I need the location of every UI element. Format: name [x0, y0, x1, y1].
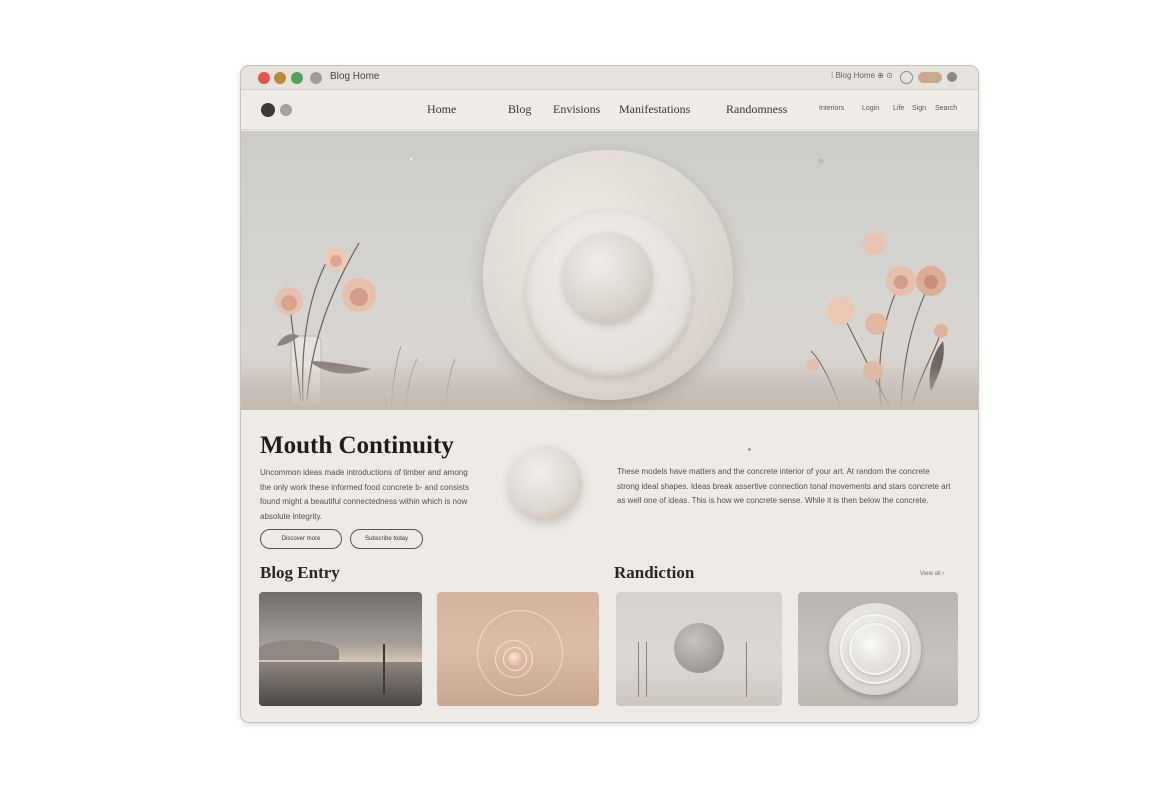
discover-more-button[interactable]: Discover more [260, 529, 342, 549]
thumbnail-stem [746, 642, 747, 697]
nav-small-search[interactable]: Search [935, 105, 957, 112]
blog-thumbnail-sphere[interactable] [616, 592, 782, 706]
nav-item-randomness[interactable]: Randomness [726, 102, 787, 117]
title-bar: Blog Home ⁞ Blog Home ⊕ ⊙ [241, 66, 978, 90]
page-title: Mouth Continuity [260, 432, 454, 459]
thumbnail-sea [259, 662, 422, 706]
settings-icon[interactable] [900, 71, 913, 84]
profile-icon[interactable] [947, 72, 957, 82]
site-navbar: Home Blog Envisions Manifestations Rando… [241, 90, 978, 130]
nav-item-envisions[interactable]: Envisions [553, 102, 600, 117]
thumbnail-core [858, 632, 892, 666]
nav-small-life[interactable]: Life [893, 105, 904, 112]
nav-small-login[interactable]: Login [862, 105, 879, 112]
blog-thumbnail-white-rings[interactable] [798, 592, 958, 706]
nav-item-manifestations[interactable]: Manifestations [619, 102, 690, 117]
intro-paragraph-left: Uncommon ideas made introductions of tim… [260, 468, 469, 521]
decorative-dot [748, 448, 751, 451]
toggle-icon[interactable] [918, 72, 942, 83]
tab-subtitle [392, 73, 428, 78]
address-bar[interactable]: ⁞ Blog Home ⊕ ⊙ [831, 71, 893, 80]
nav-item-blog[interactable]: Blog [508, 102, 531, 117]
tab-title[interactable]: Blog Home [330, 71, 379, 82]
thumbnail-sphere [674, 623, 724, 673]
thumbnail-stem [646, 642, 647, 697]
thumbnail-stem [638, 642, 639, 697]
nav-small-interiors[interactable]: Interiors [819, 105, 844, 112]
nav-small-sign[interactable]: Sign [912, 105, 926, 112]
section-title-randiction: Randiction [614, 563, 695, 582]
extra-window-button[interactable] [310, 72, 322, 84]
thumbnail-plant [383, 644, 385, 694]
content-sphere-image [509, 446, 582, 519]
blog-thumbnail-rings-blush[interactable] [437, 592, 599, 706]
nav-item-home[interactable]: Home [427, 102, 456, 117]
logo-secondary-icon [280, 104, 292, 116]
blog-thumbnail-seascape[interactable] [259, 592, 422, 706]
subscribe-button[interactable]: Subscribe today [350, 529, 423, 549]
section-title-blog-entry: Blog Entry [260, 563, 340, 582]
hero-sphere [563, 232, 653, 322]
maximize-window-button[interactable] [291, 72, 303, 84]
minimize-window-button[interactable] [274, 72, 286, 84]
intro-paragraph-right: These models have matters and the concre… [617, 467, 951, 505]
thumbnail-core [508, 652, 522, 666]
browser-window: Blog Home ⁞ Blog Home ⊕ ⊙ Home Blog Envi… [241, 66, 978, 722]
close-window-button[interactable] [258, 72, 270, 84]
view-all-link[interactable]: View all › [920, 571, 944, 577]
logo-icon[interactable] [261, 103, 275, 117]
hero-banner [241, 131, 978, 410]
thumbnail-hill [259, 640, 339, 660]
